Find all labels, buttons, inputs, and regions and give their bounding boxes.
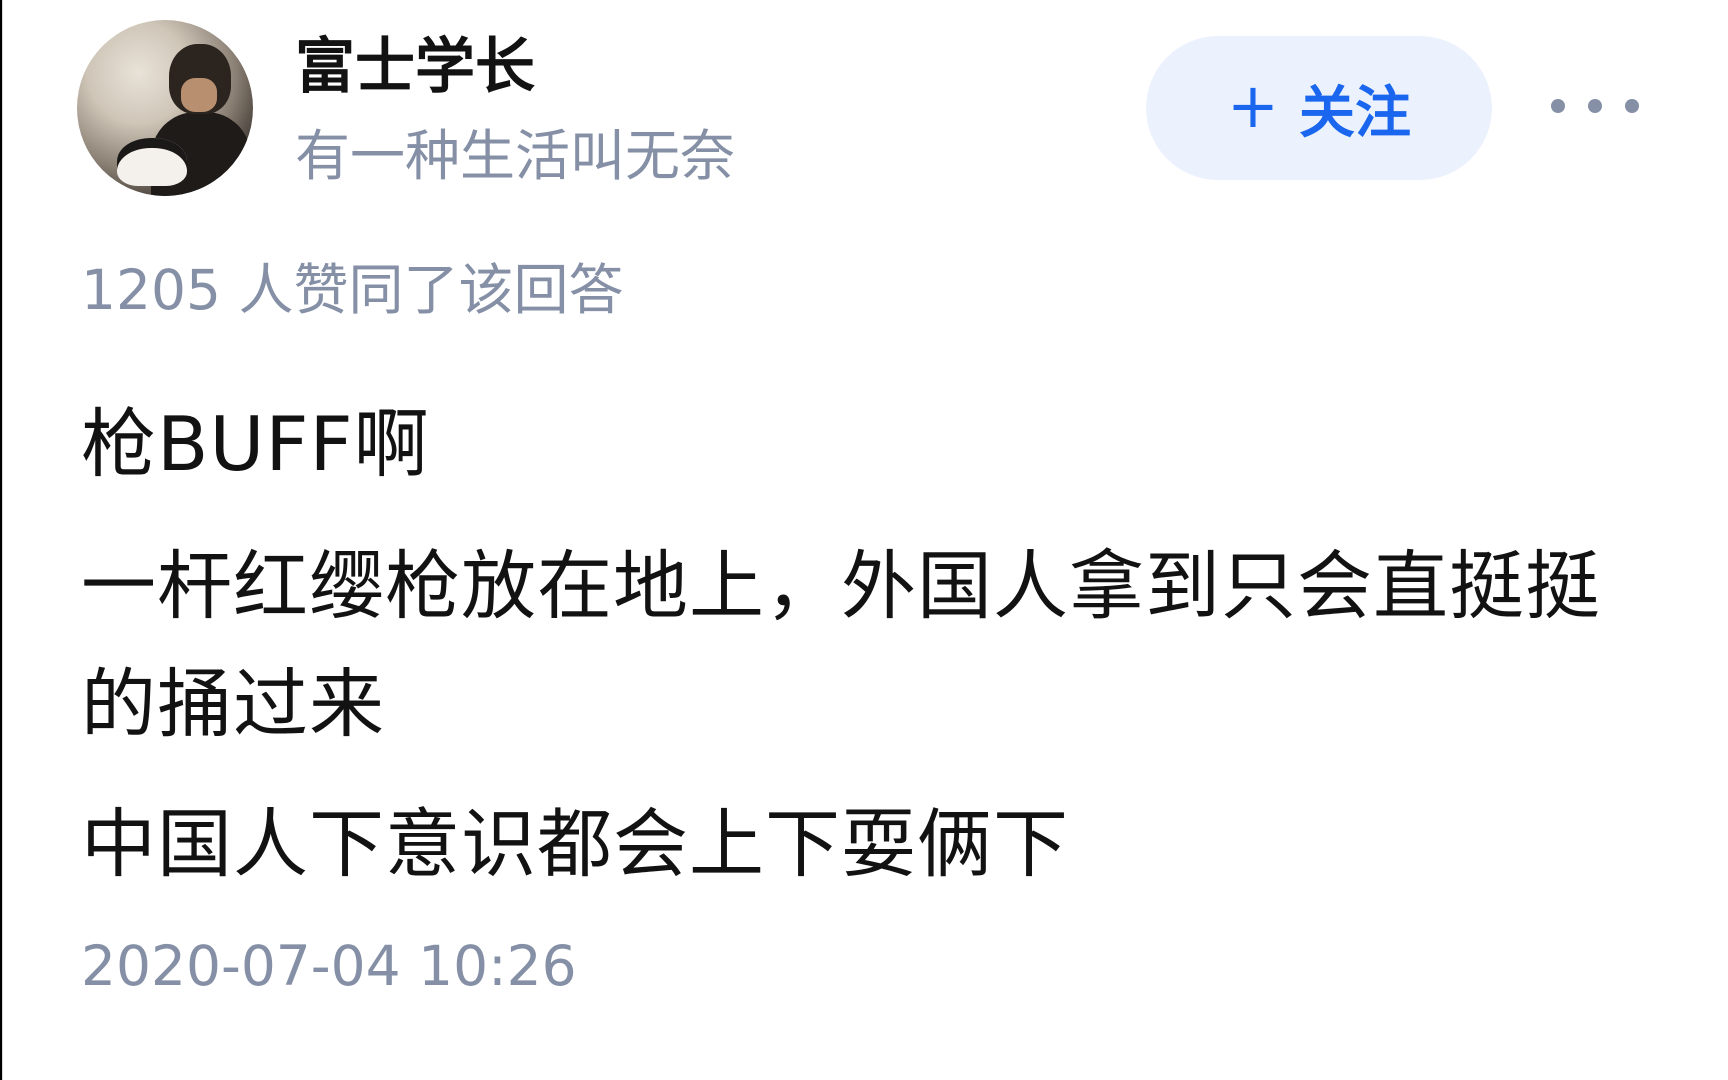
answer-line-1: 枪BUFF啊	[81, 400, 430, 488]
approval-count: 1205 人赞同了该回答	[81, 258, 624, 322]
author-bio: 有一种生活叫无奈	[295, 124, 736, 188]
follow-label: 关注	[1298, 80, 1411, 146]
follow-button[interactable]: + 关注	[1146, 36, 1492, 180]
more-dot-2	[1588, 99, 1602, 113]
answer-line-3: 中国人下意识都会上下耍俩下	[81, 800, 1070, 888]
answer-content: 枪BUFF啊 一杆红缨枪放在地上，外国人拿到只会直挺挺的捅过来 中国人下意识都会…	[81, 385, 1655, 903]
more-dot-3	[1625, 99, 1639, 113]
avatar-person-face	[181, 78, 217, 112]
more-icon[interactable]	[1551, 88, 1639, 124]
answer-line-2: 一杆红缨枪放在地上，外国人拿到只会直挺挺的捅过来	[81, 542, 1602, 748]
avatar-cat	[117, 138, 187, 186]
answer-card: 富士学长 有一种生活叫无奈 + 关注 1205 人赞同了该回答 枪BUFF啊 一…	[2, 0, 1728, 1080]
avatar[interactable]	[77, 20, 253, 196]
author-header: 富士学长 有一种生活叫无奈 + 关注	[3, 0, 1728, 200]
timestamp: 2020-07-04 10:26	[81, 934, 577, 998]
more-dot-1	[1551, 99, 1565, 113]
plus-icon: +	[1227, 69, 1279, 142]
author-name[interactable]: 富士学长	[295, 32, 535, 102]
